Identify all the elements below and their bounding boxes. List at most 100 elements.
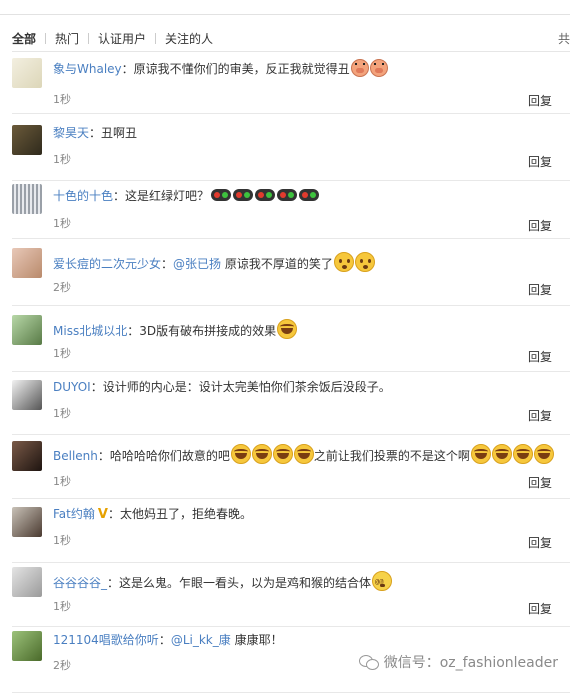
shy-face-icon [354, 252, 375, 272]
user-avatar[interactable] [12, 184, 42, 214]
comment-body: 象与Whaley：原谅我不懂你们的审美，反正我就觉得丑 [53, 59, 388, 77]
traffic-light-icon [255, 189, 276, 201]
comment-separator: ： [127, 324, 140, 338]
user-avatar[interactable] [12, 248, 42, 278]
reply-button[interactable]: 回复 [528, 281, 552, 298]
comment-timestamp: 1秒 [53, 407, 71, 420]
laugh-face-icon [230, 444, 251, 464]
comment-text-continued: 之前让我们投票的不是这个啊 [313, 449, 470, 463]
comment-body: Miss北城以北：3D版有破布拼接成的效果 [53, 319, 298, 339]
reply-button[interactable]: 回复 [528, 600, 552, 617]
comment-filter-tabs: 全部 热门 认证用户 关注的人 [12, 30, 570, 48]
dizzy-face-icon [372, 571, 393, 591]
wechat-icon [358, 654, 379, 670]
comment-text: 丑啊丑 [101, 126, 138, 140]
reply-button[interactable]: 回复 [528, 474, 552, 491]
comment-body: 黎昊天：丑啊丑 [53, 125, 137, 141]
comment-item: DUYOI：设计师的内心是：设计太完美怕你们茶余饭后没段子。 1秒 回复 [12, 377, 570, 435]
comment-username[interactable]: 象与Whaley [53, 62, 122, 76]
comment-timestamp: 2秒 [53, 281, 71, 294]
laugh-face-icon [293, 444, 314, 464]
tab-divider [155, 33, 157, 44]
traffic-light-icon [211, 189, 232, 201]
comment-item: Bellenh：哈哈哈哈你们故意的吧 之前让我们投票的不是这个啊 1秒 回复 [12, 438, 570, 499]
user-avatar[interactable] [12, 567, 42, 597]
comment-username[interactable]: 十色的十色 [53, 189, 113, 203]
reply-button[interactable]: 回复 [528, 534, 552, 551]
comment-username[interactable]: Miss北城以北 [53, 324, 127, 338]
laugh-face-icon [491, 444, 512, 464]
comment-text: 哈哈哈哈你们故意的吧 [109, 449, 230, 463]
reply-button[interactable]: 回复 [528, 92, 552, 109]
comment-body: Bellenh：哈哈哈哈你们故意的吧 之前让我们投票的不是这个啊 [53, 444, 554, 464]
top-bar [0, 0, 570, 15]
comment-separator: ： [158, 633, 171, 647]
comment-timestamp: 1秒 [53, 93, 71, 106]
comment-timestamp: 1秒 [53, 347, 71, 360]
pig-face-icon [350, 59, 369, 77]
comment-body: 十色的十色：这是红绿灯吧？ [53, 188, 320, 204]
reply-button[interactable]: 回复 [528, 407, 552, 424]
comment-item: 十色的十色：这是红绿灯吧？ 1秒 回复 [12, 181, 570, 239]
comment-body: 爱长痘的二次元少女：@张已扬 原谅我不厚道的笑了 [53, 252, 375, 272]
verified-badge-icon: V [97, 507, 108, 522]
tab-all[interactable]: 全部 [12, 30, 36, 47]
user-avatar[interactable] [12, 631, 42, 661]
user-avatar[interactable] [12, 315, 42, 345]
tab-verified-users[interactable]: 认证用户 [98, 30, 146, 47]
traffic-light-icon [277, 189, 298, 201]
comment-username[interactable]: DUYOI [53, 380, 91, 394]
comment-username[interactable]: Bellenh [53, 449, 98, 463]
mention-link[interactable]: @张已扬 [173, 257, 221, 271]
comment-timestamp: 2秒 [53, 659, 71, 672]
comment-username[interactable]: 121104唱歌给你听 [53, 633, 159, 647]
comment-separator: ： [89, 126, 102, 140]
laugh-face-icon [277, 319, 298, 339]
watermark-text: 微信号：oz_fashionleader [383, 655, 558, 671]
shy-face-icon [333, 252, 354, 272]
laugh-face-icon [272, 444, 293, 464]
user-avatar[interactable] [12, 507, 42, 537]
traffic-light-icon [299, 189, 320, 201]
comment-separator: ： [97, 449, 110, 463]
user-avatar[interactable] [12, 58, 42, 88]
laugh-face-icon [512, 444, 533, 464]
comment-text: 这是么鬼。乍眼一看头，以为是鸡和猴的结合体 [119, 576, 372, 590]
comment-item: 爱长痘的二次元少女：@张已扬 原谅我不厚道的笑了 2秒 回复 [12, 245, 570, 306]
comment-total-label: 共 [557, 32, 570, 46]
laugh-face-icon [533, 444, 554, 464]
comment-body: DUYOI：设计师的内心是：设计太完美怕你们茶余饭后没段子。 [53, 379, 391, 395]
comment-body: 121104唱歌给你听：@Li_kk_康 康康耶！ [53, 632, 283, 648]
comment-item: 黎昊天：丑啊丑 1秒 回复 [12, 122, 570, 181]
user-avatar[interactable] [12, 125, 42, 155]
mention-link[interactable]: @Li_kk_康 [171, 633, 231, 647]
comment-username[interactable]: 爱长痘的二次元少女 [53, 257, 161, 271]
comment-item: 象与Whaley：原谅我不懂你们的审美，反正我就觉得丑 1秒 回复 [12, 56, 570, 114]
pig-face-icon [369, 59, 388, 77]
comment-item: Miss北城以北：3D版有破布拼接成的效果 1秒 回复 [12, 312, 570, 372]
user-avatar[interactable] [12, 441, 42, 471]
comment-text: 太他妈丑了，拒绝春晚。 [119, 507, 252, 521]
comment-username[interactable]: Fat约翰 [53, 507, 95, 521]
laugh-face-icon [470, 444, 491, 464]
tab-hot[interactable]: 热门 [55, 30, 79, 47]
tab-following[interactable]: 关注的人 [165, 30, 213, 47]
reply-button[interactable]: 回复 [528, 153, 552, 170]
tabs-divider [12, 51, 570, 52]
comment-text: 原谅我不厚道的笑了 [224, 257, 333, 271]
laugh-face-icon [251, 444, 272, 464]
comment-timestamp: 1秒 [53, 475, 71, 488]
comment-text: 这是红绿灯吧？ [125, 189, 210, 203]
comment-username[interactable]: 黎昊天 [53, 126, 89, 140]
comment-separator: ： [113, 189, 126, 203]
reply-button[interactable]: 回复 [528, 217, 552, 234]
comment-timestamp: 1秒 [53, 534, 71, 547]
comment-timestamp: 1秒 [53, 600, 71, 613]
reply-button[interactable]: 回复 [528, 348, 552, 365]
traffic-light-icon [233, 189, 254, 201]
user-avatar[interactable] [12, 380, 42, 410]
comment-username[interactable]: 谷谷谷谷_ [53, 576, 107, 590]
comment-separator: ： [161, 257, 174, 271]
comment-text: 设计师的内心是：设计太完美怕你们茶余饭后没段子。 [102, 380, 391, 394]
comment-separator: ： [121, 62, 134, 76]
